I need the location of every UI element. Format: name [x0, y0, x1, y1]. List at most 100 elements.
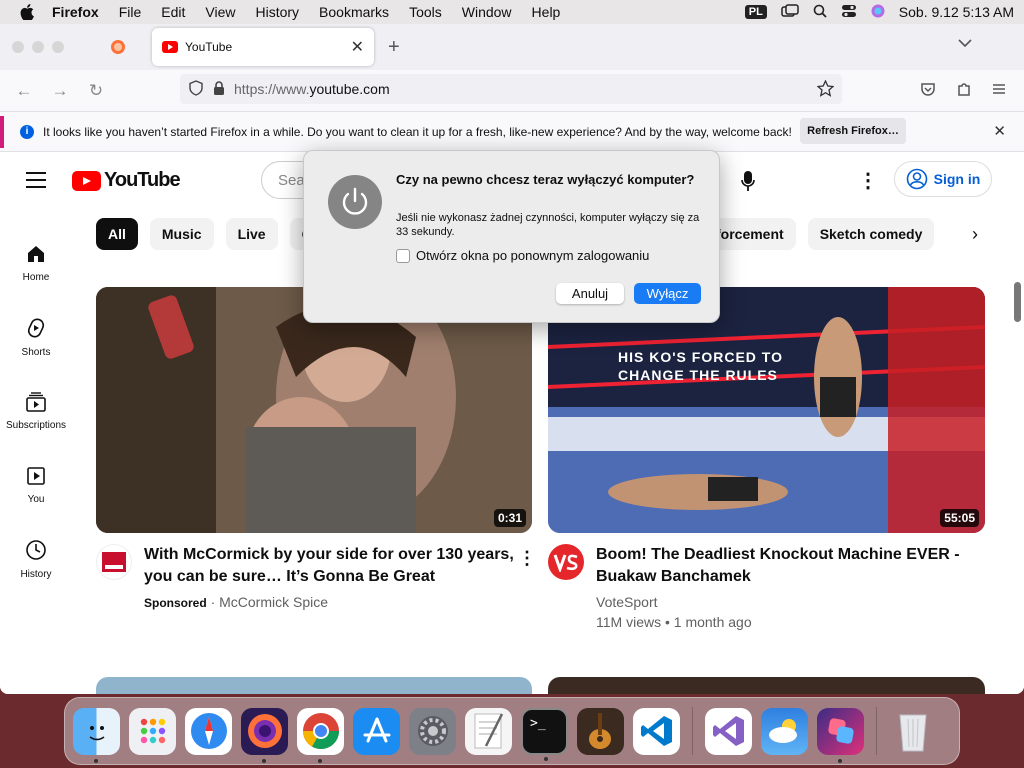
channel-avatar-mccormick[interactable] — [96, 544, 132, 580]
close-window-button[interactable] — [12, 41, 24, 53]
url-bar[interactable]: https://www. youtube.com — [180, 74, 842, 104]
weather-icon[interactable] — [761, 707, 808, 755]
channel-name[interactable]: VoteSport — [596, 594, 658, 610]
video-title[interactable]: Boom! The Deadliest Knockout Machine EVE… — [596, 544, 960, 588]
trash-icon[interactable] — [889, 708, 936, 755]
menu-view[interactable]: View — [205, 4, 235, 20]
video-title-line: you can be sure… It’s Gonna Be Great — [144, 568, 436, 585]
zoom-window-button[interactable] — [52, 41, 64, 53]
votesport-logo — [553, 554, 578, 572]
sign-in-button[interactable]: Sign in — [894, 161, 992, 197]
close-notification-icon[interactable]: ✕ — [993, 122, 1006, 140]
bookmark-star-icon[interactable] — [816, 79, 835, 100]
tracking-protection-shield-icon[interactable] — [188, 79, 204, 99]
reopen-windows-checkbox-row[interactable]: Otwórz okna po ponownym zalogowaniu — [396, 248, 649, 263]
pinned-tab-firefox[interactable] — [104, 33, 132, 61]
page-scrollbar[interactable] — [1014, 282, 1021, 322]
youtube-logo[interactable]: YouTube — [72, 169, 181, 192]
menu-tools[interactable]: Tools — [409, 4, 442, 20]
chips-next-chevron-icon[interactable]: › — [972, 224, 978, 245]
sidebar-item-label: Subscriptions — [5, 419, 67, 431]
thumbnail-image — [96, 287, 532, 533]
microphone-icon — [741, 171, 755, 191]
menu-window[interactable]: Window — [462, 4, 512, 20]
extensions-puzzle-icon[interactable] — [956, 80, 972, 103]
chip-law-enforcement[interactable]: forcement — [710, 218, 796, 250]
menu-file[interactable]: File — [119, 4, 142, 20]
video-title[interactable]: With McCormick by your side for over 130… — [144, 544, 514, 588]
apple-icon[interactable] — [20, 4, 34, 20]
garageband-icon[interactable] — [577, 707, 624, 755]
chrome-icon[interactable] — [297, 707, 344, 763]
forward-icon[interactable]: → — [42, 81, 78, 101]
channel-name[interactable]: · McCormick Spice — [211, 594, 328, 610]
youtube-favicon-icon — [162, 41, 178, 53]
screen-mirroring-icon[interactable] — [781, 3, 799, 21]
firefox-window: YouTube ✕ + ← → ↻ https://www. youtube.co… — [0, 24, 1024, 694]
menu-edit[interactable]: Edit — [161, 4, 185, 20]
shut-down-button[interactable]: Wyłącz — [634, 283, 701, 304]
video-options-kebab-icon[interactable]: ⋮ — [518, 548, 536, 569]
menu-help[interactable]: Help — [532, 4, 561, 20]
notification-accent — [0, 116, 4, 148]
textedit-icon[interactable] — [465, 707, 512, 755]
next-row-thumbnail[interactable] — [96, 677, 532, 694]
menu-clock[interactable]: Sob. 9.12 5:13 AM — [899, 4, 1014, 20]
firefox-dock-icon[interactable] — [241, 707, 288, 763]
video-thumbnail[interactable]: 0:31 — [96, 287, 532, 533]
you-icon — [27, 466, 45, 485]
thumbnail-overlay-text: HIS KO'S FORCED TO — [618, 349, 783, 365]
chip-live[interactable]: Live — [225, 218, 278, 250]
settings-kebab-icon[interactable]: ⋮ — [858, 168, 878, 193]
launchpad-icon[interactable] — [129, 707, 176, 755]
dock-separator — [876, 707, 877, 755]
reload-icon[interactable]: ↻ — [78, 81, 114, 101]
pocket-icon[interactable] — [920, 81, 936, 102]
menu-bookmarks[interactable]: Bookmarks — [319, 4, 389, 20]
firefox-icon — [111, 40, 125, 54]
app-store-icon[interactable] — [353, 707, 400, 755]
channel-avatar-votesport[interactable] — [548, 544, 584, 580]
shortcuts-icon[interactable] — [817, 707, 864, 763]
safari-icon[interactable] — [185, 707, 232, 755]
new-tab-icon[interactable]: + — [388, 36, 400, 59]
video-title-line: Boom! The Deadliest Knockout Machine EVE… — [596, 546, 960, 563]
list-tabs-chevron-icon[interactable] — [958, 34, 972, 52]
checkbox-label: Otwórz okna po ponownym zalogowaniu — [416, 248, 650, 263]
voice-search-button[interactable] — [728, 164, 768, 198]
video-thumbnail[interactable]: HIS KO'S FORCED TO CHANGE THE RULES 55:0… — [548, 287, 985, 533]
sidebar-item-history[interactable]: History — [0, 522, 72, 596]
back-icon[interactable]: ← — [6, 81, 42, 101]
next-row-thumbnail[interactable] — [548, 677, 985, 694]
visual-studio-icon[interactable] — [705, 707, 752, 755]
terminal-icon[interactable]: >_ — [521, 707, 568, 761]
sidebar-item-subscriptions[interactable]: Subscriptions — [0, 374, 72, 448]
lock-icon[interactable] — [212, 80, 226, 99]
chip-all[interactable]: All — [96, 218, 138, 250]
close-tab-icon[interactable]: ✕ — [351, 37, 364, 57]
siri-icon[interactable] — [871, 4, 885, 21]
finder-icon[interactable] — [73, 707, 120, 763]
sidebar-item-you[interactable]: You — [0, 448, 72, 522]
sidebar-item-shorts[interactable]: Shorts — [0, 300, 72, 374]
reopen-windows-checkbox[interactable] — [396, 248, 410, 263]
tab-youtube[interactable]: YouTube ✕ — [152, 28, 374, 66]
cancel-button[interactable]: Anuluj — [556, 283, 624, 304]
spotlight-search-icon[interactable] — [813, 4, 827, 21]
menu-app-name[interactable]: Firefox — [52, 4, 99, 20]
sidebar-item-home[interactable]: Home — [0, 226, 72, 300]
dialog-title: Czy na pewno chcesz teraz wyłączyć kompu… — [396, 172, 695, 187]
chip-music[interactable]: Music — [149, 218, 214, 250]
minimize-window-button[interactable] — [32, 41, 44, 53]
input-source-indicator[interactable]: PL — [744, 5, 767, 19]
hamburger-menu-icon[interactable] — [992, 82, 1006, 100]
system-settings-icon[interactable] — [409, 707, 456, 755]
guide-menu-icon[interactable] — [26, 172, 46, 193]
sponsored-label: Sponsored — [144, 596, 207, 610]
menu-history[interactable]: History — [255, 4, 299, 20]
vscode-icon[interactable] — [633, 707, 680, 755]
dock-separator — [692, 707, 693, 755]
chip-sketch-comedy[interactable]: Sketch comedy — [807, 218, 935, 250]
control-center-icon[interactable] — [841, 4, 857, 21]
refresh-firefox-button[interactable]: Refresh Firefox… — [800, 118, 906, 144]
